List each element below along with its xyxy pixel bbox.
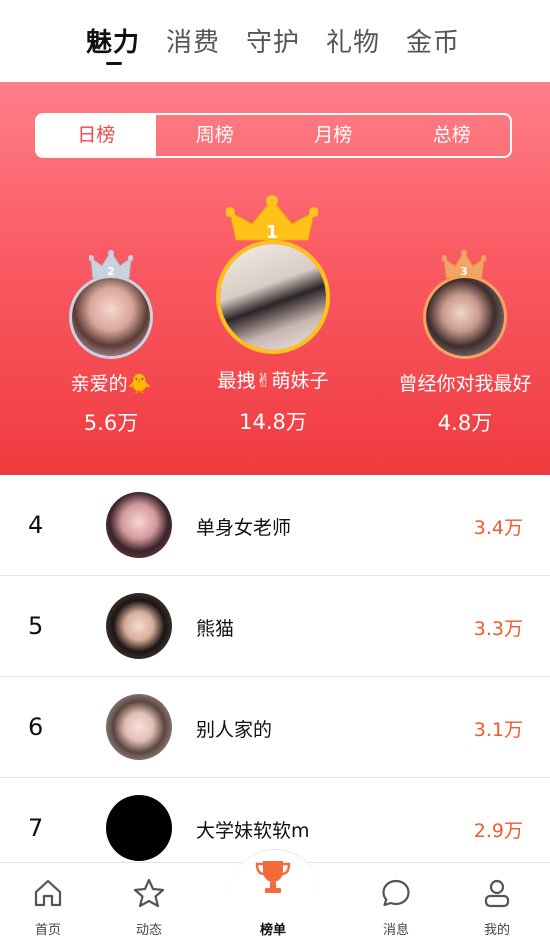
score: 3.1万: [473, 719, 523, 741]
avatar[interactable]: [106, 694, 172, 760]
avatar-image: [426, 278, 504, 356]
gold-crown-icon: 1: [226, 195, 318, 243]
list-item[interactable]: 5 熊猫 3.3万: [0, 576, 550, 677]
rank-number: 4: [28, 511, 44, 539]
podium-score: 5.6万: [83, 411, 139, 435]
user-name: 熊猫: [196, 618, 235, 640]
tab-spending[interactable]: 消费: [166, 22, 220, 59]
nav-profile[interactable]: 我的: [457, 863, 537, 940]
avatar-image: [220, 244, 326, 350]
rank-number: 6: [28, 713, 44, 741]
star-icon: [133, 878, 165, 908]
list-item[interactable]: 6 别人家的 3.1万: [0, 677, 550, 778]
tab-gift[interactable]: 礼物: [326, 22, 380, 59]
tab-charm[interactable]: 魅力: [86, 22, 141, 65]
category-tabs: 魅力 消费 守护 礼物 金币: [0, 0, 550, 82]
nav-ranking[interactable]: 榜单: [233, 861, 313, 940]
tab-guard[interactable]: 守护: [246, 22, 300, 59]
nav-moments[interactable]: 动态: [109, 863, 189, 940]
podium-header: 日榜 周榜 月榜 总榜 2 亲爱的🐥 5.6万 1 最拽✌萌妹子 14.8万 3…: [0, 82, 550, 475]
nav-moments-label: 动态: [135, 923, 162, 938]
nav-messages-label: 消息: [382, 923, 409, 938]
trophy-icon: [255, 861, 291, 893]
avatar[interactable]: [69, 275, 153, 359]
tab-coins-label: 金币: [406, 28, 461, 58]
active-tab-indicator: [106, 62, 122, 65]
avatar-image: [72, 278, 150, 356]
podium-score: 4.8万: [437, 411, 493, 435]
user-name: 单身女老师: [196, 517, 292, 539]
tab-monthly[interactable]: 月榜: [274, 115, 393, 156]
tab-daily[interactable]: 日榜: [37, 115, 156, 156]
podium-name: 曾经你对我最好: [398, 373, 532, 395]
tab-charm-label: 魅力: [86, 28, 141, 58]
nav-home-label: 首页: [34, 923, 61, 938]
rank-number: 7: [28, 814, 44, 842]
nav-ranking-label: 榜单: [259, 923, 286, 938]
bottom-nav: 首页 动态 榜单 消息 我的: [0, 849, 550, 940]
tab-coins[interactable]: 金币: [406, 22, 460, 59]
avatar[interactable]: [106, 593, 172, 659]
score: 3.4万: [473, 517, 523, 539]
avatar[interactable]: [106, 795, 172, 861]
user-icon: [484, 879, 510, 908]
nav-profile-label: 我的: [483, 923, 510, 938]
list-item[interactable]: 4 单身女老师 3.4万: [0, 475, 550, 576]
tab-gift-label: 礼物: [326, 28, 381, 58]
user-name: 大学妹软软m: [196, 820, 310, 842]
podium-name: 亲爱的🐥: [70, 373, 152, 395]
score: 3.3万: [473, 618, 523, 640]
user-name: 别人家的: [196, 719, 273, 741]
nav-home[interactable]: 首页: [8, 863, 88, 940]
score: 2.9万: [473, 820, 523, 842]
rank-number: 5: [28, 612, 44, 640]
period-tabs: 日榜 周榜 月榜 总榜: [35, 113, 512, 158]
avatar[interactable]: [423, 275, 507, 359]
tab-spending-label: 消费: [166, 28, 221, 58]
tab-total[interactable]: 总榜: [393, 115, 511, 156]
chat-bubble-icon: [382, 879, 410, 907]
home-icon: [34, 879, 62, 907]
avatar[interactable]: [106, 492, 172, 558]
podium-score: 14.8万: [239, 410, 307, 434]
podium-name: 最拽✌萌妹子: [217, 370, 329, 392]
tab-weekly[interactable]: 周榜: [156, 115, 275, 156]
nav-messages[interactable]: 消息: [356, 863, 436, 940]
avatar[interactable]: [216, 240, 330, 354]
tab-guard-label: 守护: [246, 28, 301, 58]
